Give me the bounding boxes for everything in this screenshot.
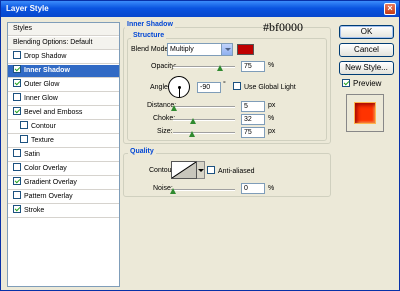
preview-option[interactable]: Preview — [342, 79, 381, 88]
choke-unit: % — [268, 115, 275, 122]
style-list-item-label: Texture — [31, 137, 54, 144]
style-list-item-outer-glow[interactable]: Outer Glow — [8, 79, 119, 92]
style-list-item-label: Inner Glow — [24, 95, 58, 102]
style-list-item-label: Contour — [31, 123, 56, 130]
anti-aliased-label: Anti-aliased — [218, 168, 255, 175]
style-list-item-stroke[interactable]: Stroke — [8, 205, 119, 218]
style-list-item-label: Blending Options: Default — [13, 39, 93, 46]
distance-unit: px — [268, 102, 276, 109]
angle-dial-center — [178, 86, 181, 89]
style-list-item-styles[interactable]: Styles — [8, 23, 119, 36]
size-label: Size: — [157, 128, 173, 135]
style-checkbox[interactable] — [13, 51, 21, 59]
style-list-item-blending-options-default[interactable]: Blending Options: Default — [8, 37, 119, 50]
choke-slider-track[interactable] — [173, 119, 235, 121]
close-button[interactable]: × — [384, 3, 396, 15]
noise-input[interactable]: 0 — [241, 183, 265, 194]
style-list-item-label: Bevel and Emboss — [24, 109, 83, 116]
contour-curve-icon — [172, 162, 196, 178]
size-slider-thumb[interactable] — [188, 131, 195, 137]
quality-title: Quality — [128, 148, 156, 155]
style-list: Styles Blending Options: Default Drop Shad… — [7, 22, 120, 287]
preview-checkbox[interactable] — [342, 79, 350, 87]
style-list-item-label: Drop Shadow — [24, 53, 67, 60]
style-checkbox[interactable] — [13, 65, 21, 73]
angle-dial[interactable] — [168, 76, 190, 98]
ok-button[interactable]: OK — [339, 25, 394, 39]
style-list-item-contour[interactable]: Contour — [8, 121, 119, 134]
style-list-item-pattern-overlay[interactable]: Pattern Overlay — [8, 191, 119, 204]
style-list-item-label: Styles — [13, 25, 33, 32]
opacity-input[interactable]: 75 — [241, 61, 265, 72]
size-unit: px — [268, 128, 276, 135]
shadow-color-swatch[interactable] — [237, 44, 254, 55]
size-input[interactable]: 75 — [241, 127, 265, 138]
style-list-item-satin[interactable]: Satin — [8, 149, 119, 162]
blend-mode-select[interactable]: Multiply — [167, 43, 233, 56]
angle-input[interactable]: -90 — [197, 82, 221, 93]
choke-slider-thumb[interactable] — [189, 118, 196, 124]
style-list-item-inner-shadow[interactable]: Inner Shadow — [8, 65, 119, 78]
opacity-slider-track[interactable] — [173, 66, 235, 68]
use-global-light-option[interactable]: Use Global Light — [233, 82, 296, 91]
opacity-unit: % — [268, 62, 275, 69]
blend-mode-label: Blend Mode: — [131, 46, 171, 53]
style-checkbox[interactable] — [13, 191, 21, 199]
style-checkbox[interactable] — [13, 79, 21, 87]
style-list-item-label: Pattern Overlay — [24, 193, 73, 200]
noise-slider-track[interactable] — [173, 189, 235, 191]
style-list-item-gradient-overlay[interactable]: Gradient Overlay — [8, 177, 119, 190]
preview-label: Preview — [353, 79, 382, 88]
style-list-item-texture[interactable]: Texture — [8, 135, 119, 148]
style-list-item-drop-shadow[interactable]: Drop Shadow — [8, 51, 119, 64]
anti-aliased-checkbox[interactable] — [207, 166, 215, 174]
style-list-item-label: Satin — [24, 151, 40, 158]
distance-input[interactable]: 5 — [241, 101, 265, 112]
size-slider-track[interactable] — [173, 132, 235, 134]
use-global-light-label: Use Global Light — [244, 84, 296, 91]
style-preview — [346, 94, 384, 132]
distance-slider-thumb[interactable] — [171, 105, 178, 111]
layer-style-dialog: Layer Style × Styles Blending Options: De… — [0, 0, 400, 291]
style-checkbox[interactable] — [13, 93, 21, 101]
style-checkbox[interactable] — [13, 205, 21, 213]
color-annotation: #bf0000 — [263, 20, 303, 34]
anti-aliased-option[interactable]: Anti-aliased — [207, 166, 255, 175]
choke-label: Choke: — [153, 115, 176, 122]
style-checkbox[interactable] — [13, 149, 21, 157]
new-style-button[interactable]: New Style... — [339, 61, 394, 75]
style-checkbox[interactable] — [13, 163, 21, 171]
style-checkbox[interactable] — [13, 177, 21, 185]
window-title: Layer Style — [6, 4, 49, 13]
choke-input[interactable]: 32 — [241, 114, 265, 125]
angle-unit: ° — [223, 81, 226, 88]
contour-picker[interactable] — [171, 161, 197, 179]
style-list-item-label: Color Overlay — [24, 165, 67, 172]
inner-shadow-title: Inner Shadow — [125, 21, 175, 28]
style-checkbox[interactable] — [20, 121, 28, 129]
style-list-item-label: Outer Glow — [24, 81, 60, 88]
use-global-light-checkbox[interactable] — [233, 82, 241, 90]
noise-slider-thumb[interactable] — [170, 188, 176, 194]
style-checkbox[interactable] — [20, 135, 28, 143]
style-list-item-label: Gradient Overlay — [24, 179, 77, 186]
style-checkbox[interactable] — [13, 107, 21, 115]
cancel-button[interactable]: Cancel — [339, 43, 394, 57]
blend-mode-value: Multiply — [170, 46, 194, 53]
chevron-down-icon — [221, 44, 232, 55]
opacity-slider-thumb[interactable] — [216, 65, 223, 71]
style-list-item-bevel-and-emboss[interactable]: Bevel and Emboss — [8, 107, 119, 120]
contour-dropdown-button[interactable] — [197, 161, 205, 179]
style-list-item-inner-glow[interactable]: Inner Glow — [8, 93, 119, 106]
style-list-item-label: Inner Shadow — [24, 67, 70, 74]
noise-unit: % — [268, 185, 275, 192]
style-preview-swatch — [354, 102, 376, 124]
style-list-item-color-overlay[interactable]: Color Overlay — [8, 163, 119, 176]
title-bar: Layer Style × — [1, 1, 399, 17]
angle-label: Angle: — [150, 84, 170, 91]
structure-title: Structure — [131, 32, 167, 39]
style-list-item-label: Stroke — [24, 207, 45, 214]
distance-slider-track[interactable] — [173, 106, 235, 108]
